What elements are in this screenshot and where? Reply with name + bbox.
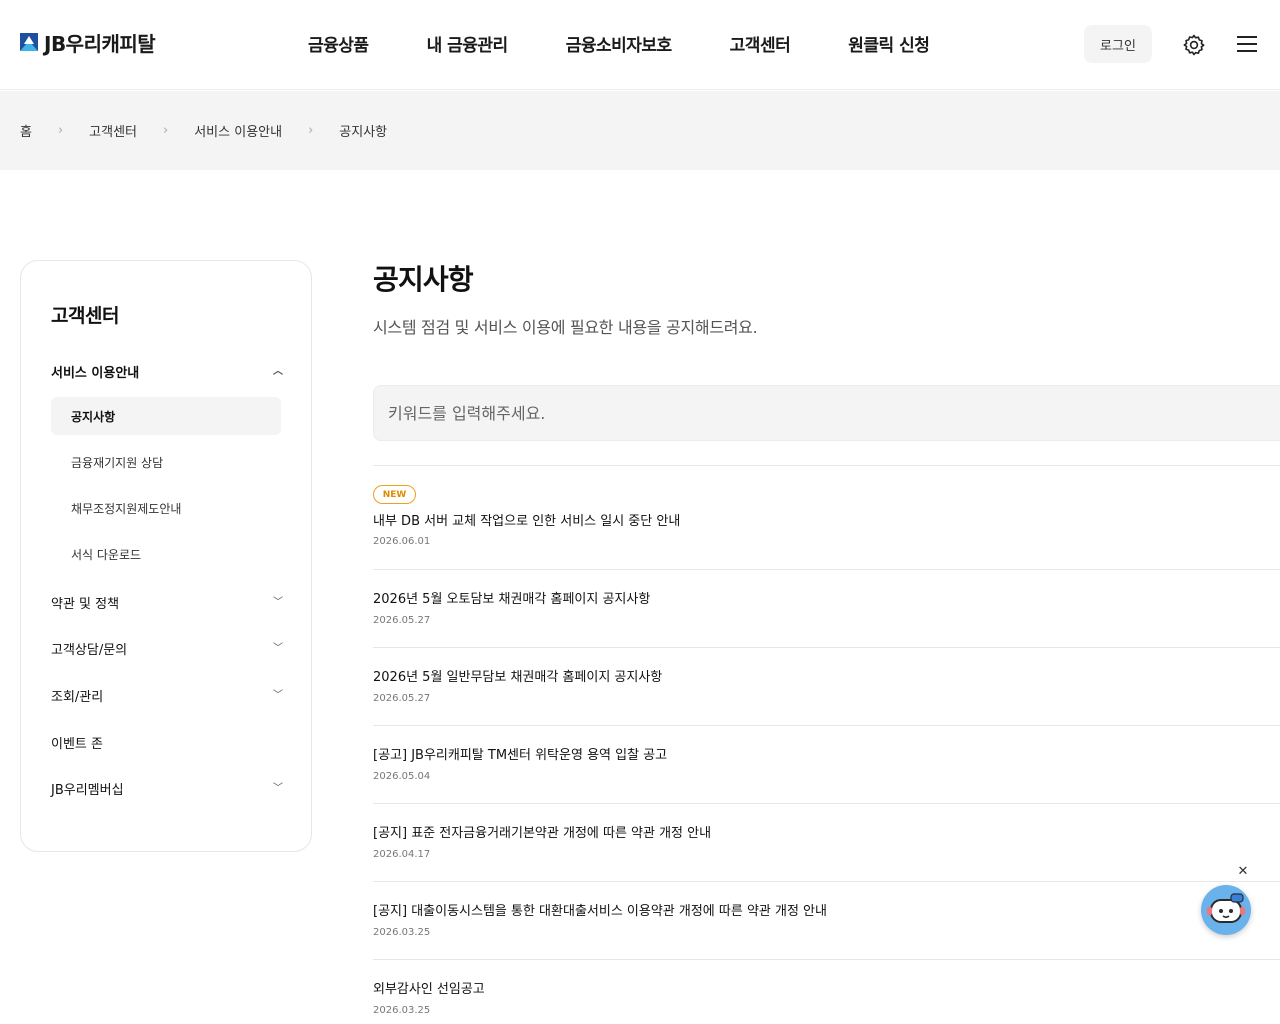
page-description: 시스템 점검 및 서비스 이용에 필요한 내용을 공지해드려요.: [373, 318, 758, 337]
notice-title[interactable]: [공지] 대출이동시스템을 통한 대환대출서비스 이용약관 개정에 따른 약관 …: [373, 900, 827, 919]
notice-list: NEW 내부 DB 서버 교체 작업으로 인한 서비스 일시 중단 안내 202…: [373, 465, 1280, 1024]
sidebar-group-label: 조회/관리: [51, 690, 104, 705]
breadcrumb-home[interactable]: 홈: [20, 121, 32, 140]
main-nav: 금융상품 내 금융관리 금융소비자보호 고객센터 원클릭 신청: [308, 31, 987, 56]
chevron-down-icon: ﹀: [273, 642, 283, 654]
new-badge: NEW: [373, 485, 416, 504]
sidebar-group-inquiry[interactable]: 조회/관리 ﹀: [51, 686, 283, 705]
chevron-right-icon: ›: [57, 123, 64, 138]
notice-row[interactable]: NEW 내부 DB 서버 교체 작업으로 인한 서비스 일시 중단 안내 202…: [373, 466, 1280, 570]
notice-row[interactable]: [공지] 대출이동시스템을 통한 대환대출서비스 이용약관 개정에 따른 약관 …: [373, 882, 1280, 960]
sidebar-group-label: 고객상담/문의: [51, 643, 128, 658]
chevron-up-icon: ︿: [273, 365, 283, 377]
sidebar-group-label: 서비스 이용안내: [51, 366, 140, 381]
sidebar-item-notice[interactable]: 공지사항: [51, 397, 281, 435]
chevron-down-icon: ﹀: [273, 782, 283, 794]
logo-text: JB우리캐피탈: [44, 31, 156, 56]
breadcrumb-service-guide[interactable]: 서비스 이용안내: [194, 121, 282, 140]
notice-row[interactable]: [공지] 표준 전자금융거래기본약관 개정에 따른 약관 개정 안내 2026.…: [373, 804, 1280, 882]
breadcrumb-current: 공지사항: [339, 125, 388, 140]
page-title: 공지사항: [373, 263, 474, 296]
chevron-right-icon: ›: [308, 123, 314, 138]
notice-date: 2026.03.25: [373, 927, 431, 938]
sidebar-title: 고객센터: [51, 305, 119, 327]
notice-date: 2026.05.04: [373, 771, 431, 782]
logo-mark-icon: [20, 33, 38, 51]
breadcrumb-customer-center[interactable]: 고객센터: [89, 121, 137, 140]
sidebar-item-forms-download[interactable]: 서식 다운로드: [51, 535, 281, 573]
search-box: [373, 385, 1280, 441]
sidebar-group-consult[interactable]: 고객상담/문의 ﹀: [51, 639, 283, 658]
sidebar: 고객센터 서비스 이용안내 ︿ 공지사항 금융재기지원 상담 채무조정지원제도안…: [20, 260, 312, 852]
notice-date: 2026.06.01: [373, 536, 431, 547]
breadcrumb-bar: 홈 › 고객센터 › 서비스 이용안내 › 공지사항: [0, 91, 1280, 170]
sidebar-item-debt-adjustment[interactable]: 채무조정지원제도안내: [51, 489, 281, 527]
gear-icon[interactable]: [1182, 33, 1206, 57]
notice-title[interactable]: 2026년 5월 오토담보 채권매각 홈페이지 공지사항: [373, 588, 650, 607]
close-icon[interactable]: ✕: [1236, 865, 1250, 879]
site-header: JB우리캐피탈 금융상품 내 금융관리 금융소비자보호 고객센터 원클릭 신청 …: [0, 0, 1280, 90]
notice-title[interactable]: 내부 DB 서버 교체 작업으로 인한 서비스 일시 중단 안내: [373, 510, 680, 529]
sidebar-group-terms[interactable]: 약관 및 정책 ﹀: [51, 593, 283, 612]
search-input[interactable]: [374, 386, 1280, 440]
notice-date: 2026.03.25: [373, 1005, 431, 1016]
sidebar-group-service-guide[interactable]: 서비스 이용안내 ︿: [51, 362, 283, 381]
notice-date: 2026.04.17: [373, 849, 431, 860]
sidebar-group-label: 이벤트 존: [51, 737, 103, 752]
notice-row[interactable]: 2026년 5월 일반무담보 채권매각 홈페이지 공지사항 2026.05.27: [373, 648, 1280, 726]
chevron-down-icon: ﹀: [273, 689, 283, 701]
login-button[interactable]: 로그인: [1084, 25, 1152, 63]
notice-title[interactable]: 2026년 5월 일반무담보 채권매각 홈페이지 공지사항: [373, 666, 662, 685]
chatbot-face-icon: [1207, 893, 1245, 923]
nav-item-my-finance[interactable]: 내 금융관리: [427, 31, 509, 56]
sidebar-group-event[interactable]: 이벤트 존: [51, 733, 283, 752]
notice-row[interactable]: 외부감사인 선임공고 2026.03.25: [373, 960, 1280, 1024]
sidebar-group-label: JB우리멤버십: [51, 783, 124, 798]
chatbot-icon[interactable]: [1201, 885, 1251, 935]
nav-item-customer-center[interactable]: 고객센터: [730, 31, 791, 56]
sidebar-group-membership[interactable]: JB우리멤버십 ﹀: [51, 779, 283, 798]
sidebar-item-recovery-consult[interactable]: 금융재기지원 상담: [51, 443, 281, 481]
notice-title[interactable]: 외부감사인 선임공고: [373, 978, 485, 997]
sidebar-group-label: 약관 및 정책: [51, 597, 120, 612]
chevron-right-icon: ›: [163, 123, 169, 138]
notice-row[interactable]: [공고] JB우리캐피탈 TM센터 위탁운영 용역 입찰 공고 2026.05.…: [373, 726, 1280, 804]
nav-item-products[interactable]: 금융상품: [308, 31, 369, 56]
notice-title[interactable]: [공고] JB우리캐피탈 TM센터 위탁운영 용역 입찰 공고: [373, 744, 667, 763]
chevron-down-icon: ﹀: [273, 596, 283, 608]
notice-row[interactable]: 2026년 5월 오토담보 채권매각 홈페이지 공지사항 2026.05.27: [373, 570, 1280, 648]
notice-title[interactable]: [공지] 표준 전자금융거래기본약관 개정에 따른 약관 개정 안내: [373, 822, 711, 841]
logo[interactable]: JB우리캐피탈: [20, 30, 156, 56]
nav-item-one-click[interactable]: 원클릭 신청: [848, 31, 930, 56]
notice-date: 2026.05.27: [373, 615, 431, 626]
breadcrumb: 홈 › 고객센터 › 서비스 이용안내 › 공지사항: [20, 121, 387, 140]
nav-item-consumer-protection[interactable]: 금융소비자보호: [566, 31, 672, 56]
hamburger-icon[interactable]: [1237, 36, 1259, 54]
notice-date: 2026.05.27: [373, 693, 431, 704]
